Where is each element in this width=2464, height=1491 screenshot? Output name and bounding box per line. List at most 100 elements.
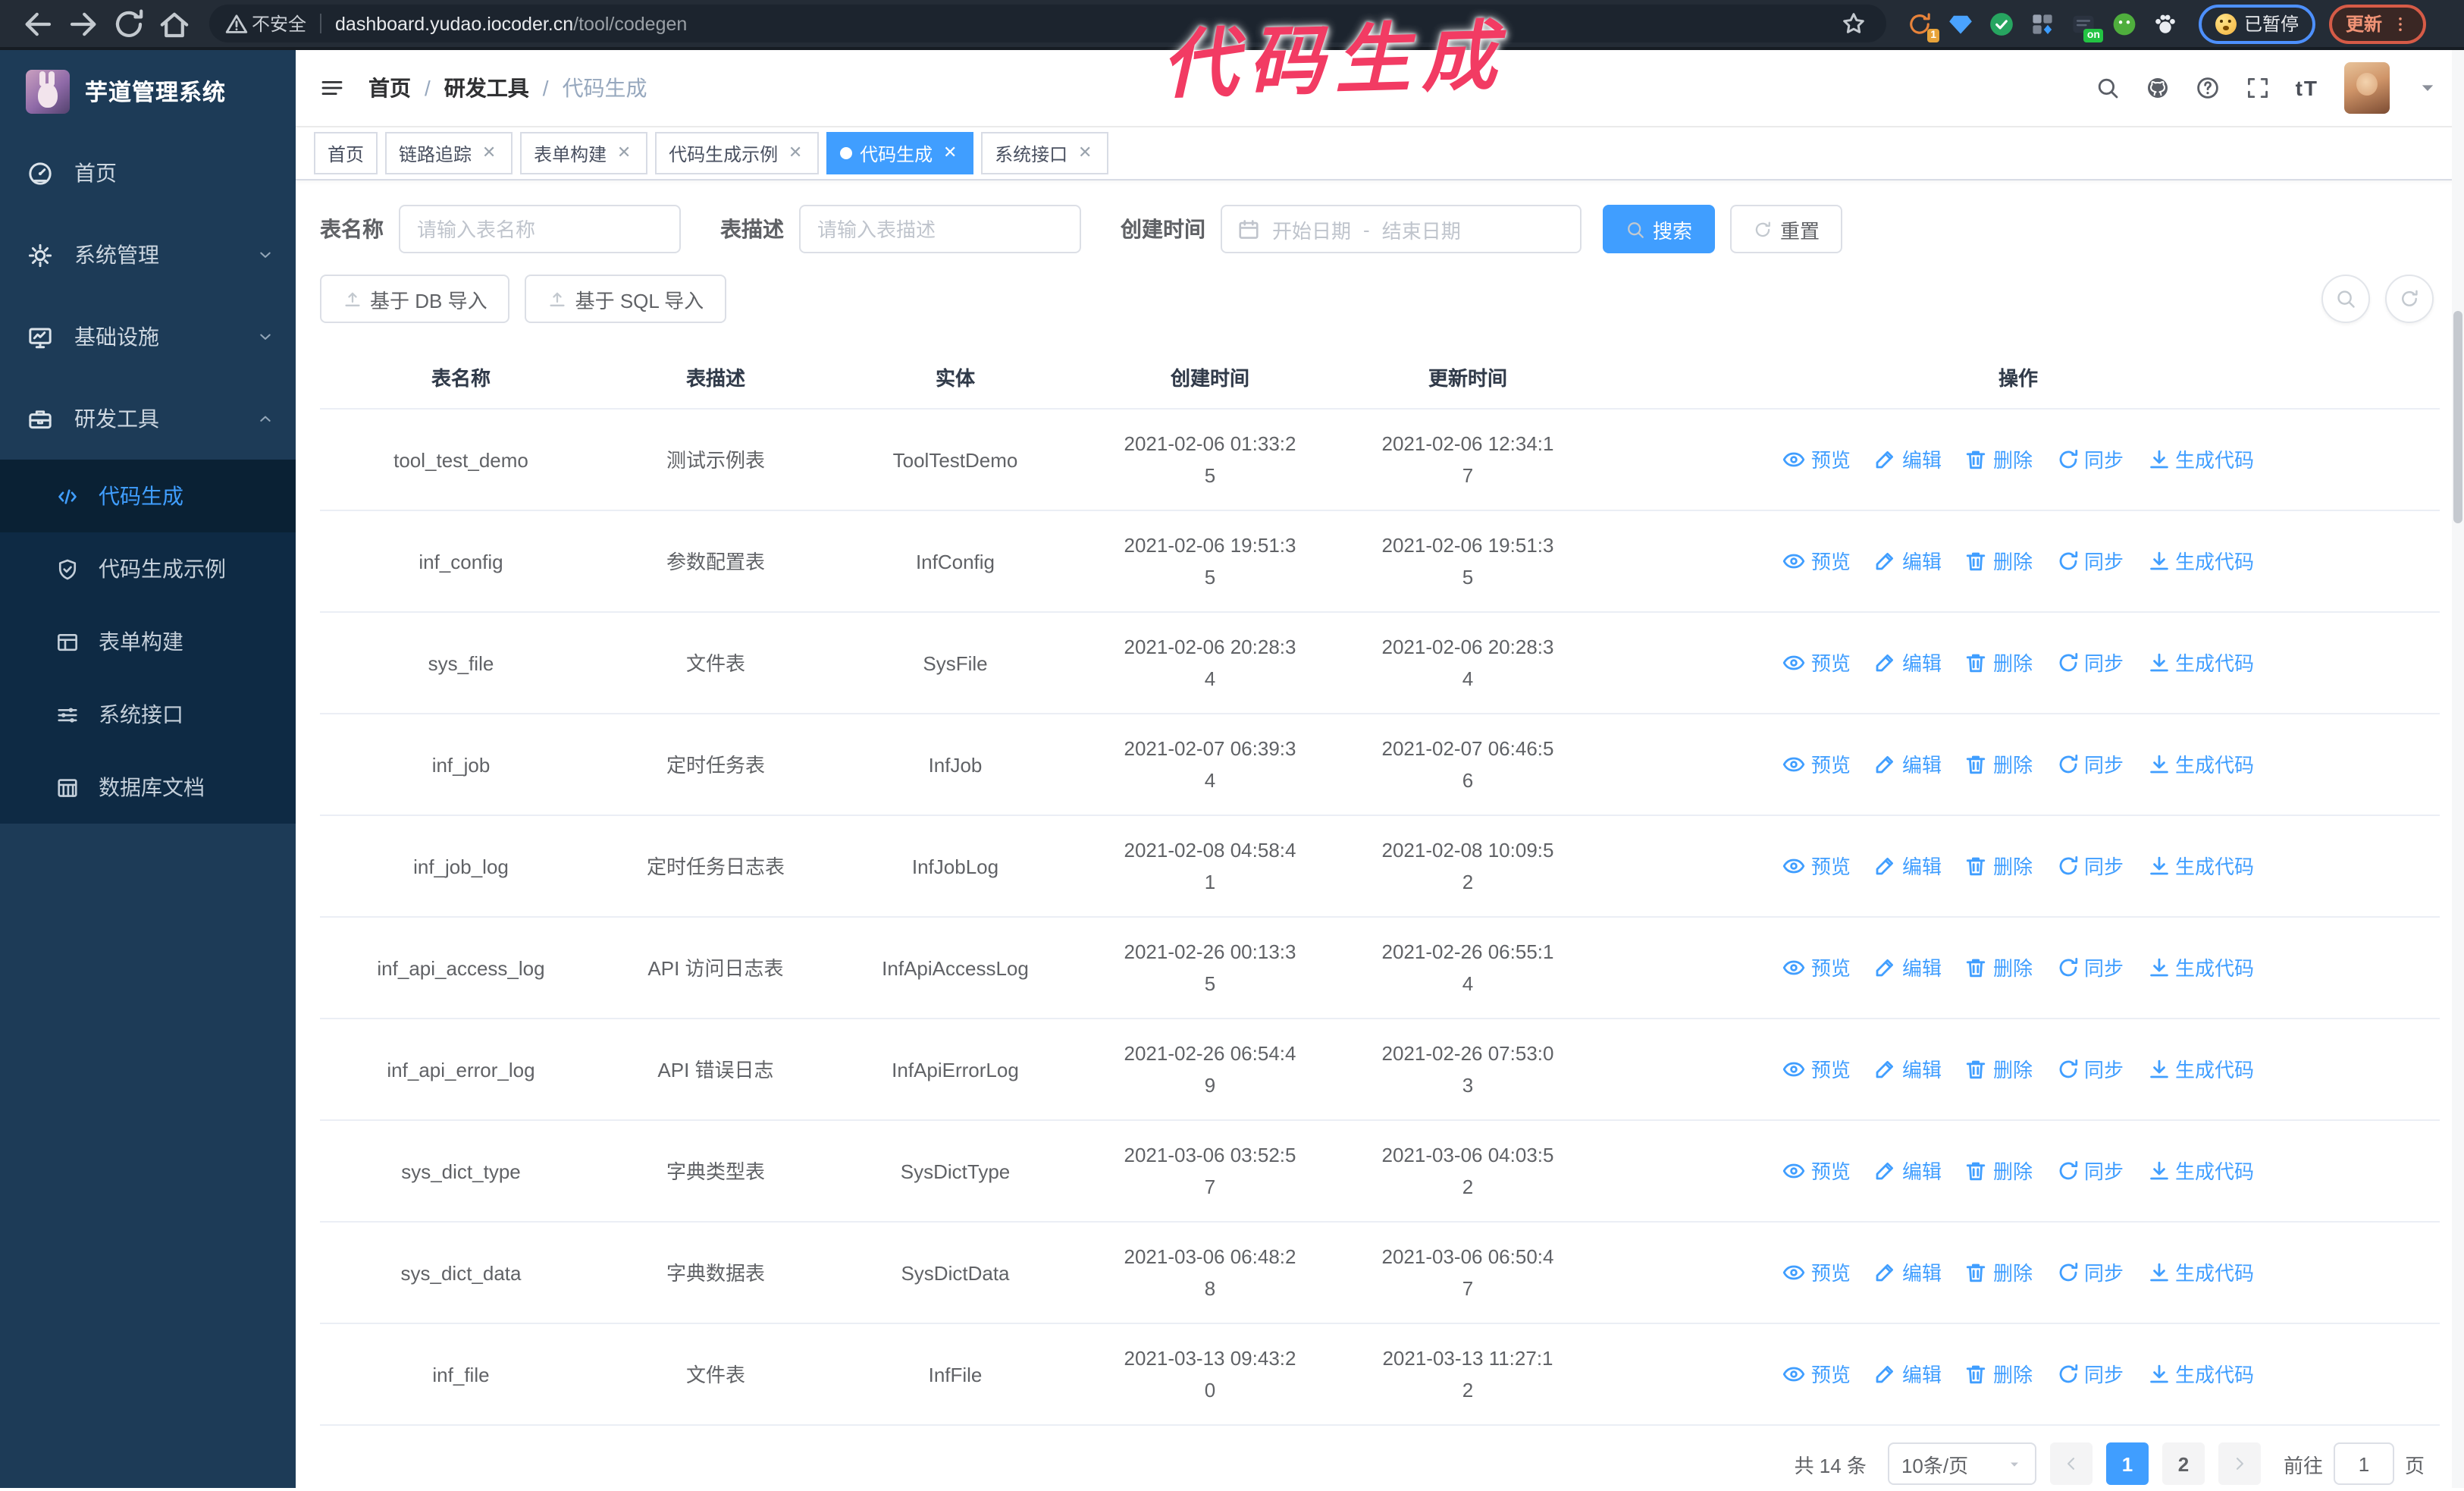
search-button[interactable]: 搜索 [1603, 205, 1716, 253]
action-编辑[interactable]: 编辑 [1873, 545, 1942, 577]
extension-check-circle-icon[interactable] [1988, 10, 2015, 37]
logo[interactable]: 芋道管理系统 [0, 50, 296, 132]
action-编辑[interactable]: 编辑 [1873, 1257, 1942, 1289]
prev-page-button[interactable] [2049, 1442, 2093, 1485]
table-desc-input[interactable] [799, 205, 1081, 253]
action-同步[interactable]: 同步 [2055, 749, 2124, 780]
action-同步[interactable]: 同步 [2055, 647, 2124, 679]
page-size-select[interactable]: 10条/页 [1887, 1442, 2036, 1485]
action-删除[interactable]: 删除 [1964, 1053, 2033, 1085]
tab-首页[interactable]: 首页 [314, 132, 378, 174]
breadcrumb-devtools[interactable]: 研发工具 [444, 73, 529, 103]
sidebar-subitem-系统接口[interactable]: 系统接口 [0, 678, 296, 751]
action-编辑[interactable]: 编辑 [1873, 647, 1942, 679]
toggle-search-button[interactable] [2321, 275, 2370, 323]
action-生成代码[interactable]: 生成代码 [2146, 952, 2254, 984]
import-db-button[interactable]: 基于 DB 导入 [320, 275, 510, 323]
page-button-2[interactable]: 2 [2161, 1442, 2205, 1485]
action-预览[interactable]: 预览 [1782, 1358, 1851, 1390]
refresh-table-button[interactable] [2385, 275, 2434, 323]
action-生成代码[interactable]: 生成代码 [2146, 444, 2254, 476]
extension-paw-icon[interactable] [2152, 10, 2179, 37]
action-同步[interactable]: 同步 [2055, 545, 2124, 577]
search-icon[interactable] [2096, 76, 2120, 100]
action-编辑[interactable]: 编辑 [1873, 1155, 1942, 1187]
sidebar-item-研发工具[interactable]: 研发工具 [0, 378, 296, 460]
date-range-picker[interactable]: 开始日期 - 结束日期 [1221, 205, 1582, 253]
page-button-1[interactable]: 1 [2105, 1442, 2149, 1485]
action-生成代码[interactable]: 生成代码 [2146, 749, 2254, 780]
action-生成代码[interactable]: 生成代码 [2146, 1257, 2254, 1289]
avatar[interactable] [2344, 62, 2390, 114]
action-生成代码[interactable]: 生成代码 [2146, 647, 2254, 679]
sidebar-item-首页[interactable]: 首页 [0, 132, 296, 214]
home-button[interactable] [156, 5, 193, 42]
hamburger-icon[interactable] [320, 76, 344, 100]
action-同步[interactable]: 同步 [2055, 1358, 2124, 1390]
fullscreen-icon[interactable] [2246, 76, 2270, 100]
action-预览[interactable]: 预览 [1782, 647, 1851, 679]
update-button[interactable]: 更新 [2329, 4, 2427, 43]
action-同步[interactable]: 同步 [2055, 1053, 2124, 1085]
action-删除[interactable]: 删除 [1964, 545, 2033, 577]
start-date-placeholder[interactable]: 开始日期 [1272, 215, 1351, 243]
sidebar-item-基础设施[interactable]: 基础设施 [0, 296, 296, 378]
back-button[interactable] [20, 5, 56, 42]
tab-表单构建[interactable]: 表单构建 ✕ [520, 132, 648, 174]
action-预览[interactable]: 预览 [1782, 545, 1851, 577]
action-生成代码[interactable]: 生成代码 [2146, 1358, 2254, 1390]
action-同步[interactable]: 同步 [2055, 1257, 2124, 1289]
action-生成代码[interactable]: 生成代码 [2146, 1155, 2254, 1187]
help-icon[interactable] [2196, 76, 2220, 100]
action-编辑[interactable]: 编辑 [1873, 952, 1942, 984]
breadcrumb-home[interactable]: 首页 [368, 73, 411, 103]
action-生成代码[interactable]: 生成代码 [2146, 545, 2254, 577]
action-删除[interactable]: 删除 [1964, 749, 2033, 780]
extension-grid-icon[interactable] [2029, 10, 2056, 37]
action-删除[interactable]: 删除 [1964, 952, 2033, 984]
action-预览[interactable]: 预览 [1782, 1257, 1851, 1289]
paused-chip[interactable]: 已暂停 [2199, 4, 2316, 43]
table-name-input[interactable] [399, 205, 681, 253]
tab-系统接口[interactable]: 系统接口 ✕ [981, 132, 1109, 174]
menu-dots-icon[interactable] [2391, 5, 2409, 42]
next-page-button[interactable] [2218, 1442, 2261, 1485]
action-预览[interactable]: 预览 [1782, 850, 1851, 882]
close-icon[interactable]: ✕ [785, 143, 805, 163]
sidebar-subitem-表单构建[interactable]: 表单构建 [0, 605, 296, 678]
reset-button[interactable]: 重置 [1730, 205, 1843, 253]
action-预览[interactable]: 预览 [1782, 1053, 1851, 1085]
action-编辑[interactable]: 编辑 [1873, 1053, 1942, 1085]
sidebar-subitem-代码生成示例[interactable]: 代码生成示例 [0, 532, 296, 605]
tab-链路追踪[interactable]: 链路追踪 ✕ [385, 132, 513, 174]
close-icon[interactable]: ✕ [479, 143, 499, 163]
action-同步[interactable]: 同步 [2055, 850, 2124, 882]
action-删除[interactable]: 删除 [1964, 850, 2033, 882]
action-编辑[interactable]: 编辑 [1873, 749, 1942, 780]
github-icon[interactable] [2146, 76, 2170, 100]
action-同步[interactable]: 同步 [2055, 1155, 2124, 1187]
end-date-placeholder[interactable]: 结束日期 [1382, 215, 1461, 243]
tab-代码生成[interactable]: 代码生成 ✕ [826, 132, 974, 174]
action-预览[interactable]: 预览 [1782, 444, 1851, 476]
goto-page-input[interactable] [2333, 1442, 2394, 1485]
action-预览[interactable]: 预览 [1782, 1155, 1851, 1187]
chevron-down-icon[interactable] [2415, 76, 2440, 100]
scrollbar-thumb[interactable] [2453, 311, 2462, 523]
extension-frog-icon[interactable] [2111, 10, 2138, 37]
close-icon[interactable]: ✕ [1075, 143, 1095, 163]
action-编辑[interactable]: 编辑 [1873, 850, 1942, 882]
reload-button[interactable] [111, 5, 147, 42]
font-size-icon[interactable]: tT [2296, 76, 2318, 100]
bookmark-star-icon[interactable] [1841, 5, 1867, 42]
action-编辑[interactable]: 编辑 [1873, 444, 1942, 476]
action-删除[interactable]: 删除 [1964, 1155, 2033, 1187]
scrollbar-track[interactable] [2452, 50, 2464, 1488]
extension-switch-icon[interactable]: on [2070, 10, 2103, 42]
action-删除[interactable]: 删除 [1964, 1358, 2033, 1390]
close-icon[interactable]: ✕ [940, 143, 960, 163]
extension-circular-arrow-icon[interactable]: 1 [1906, 10, 1939, 42]
import-sql-button[interactable]: 基于 SQL 导入 [525, 275, 727, 323]
action-编辑[interactable]: 编辑 [1873, 1358, 1942, 1390]
action-生成代码[interactable]: 生成代码 [2146, 850, 2254, 882]
